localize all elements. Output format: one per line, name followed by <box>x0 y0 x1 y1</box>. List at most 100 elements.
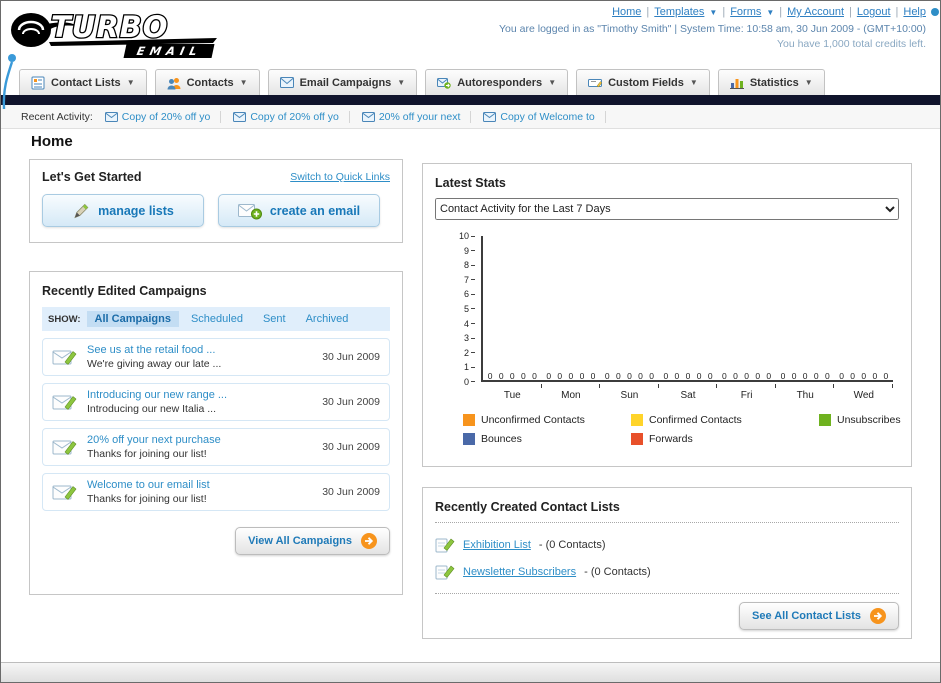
recent-activity-item[interactable]: Copy of 20% off yo <box>233 110 350 123</box>
nav-tab-email-campaigns[interactable]: Email Campaigns ▼ <box>267 69 418 95</box>
y-tick-label: 2 <box>463 347 469 358</box>
recent-activity-label: Recent Activity: <box>21 110 93 123</box>
legend-swatch-confirmed <box>631 414 643 426</box>
credits-text: You have 1,000 total credits left. <box>776 38 926 50</box>
nav-tab-label: Statistics <box>749 76 799 89</box>
bar-group: 0 0 0 0 0 <box>717 236 776 388</box>
stats-period-select[interactable]: Contact Activity for the Last 7 Days <box>435 198 899 220</box>
contact-list-row[interactable]: Exhibition List - (0 Contacts) <box>435 531 899 558</box>
campaign-link[interactable]: Introducing our new range ... <box>87 389 313 401</box>
x-tick-label: Thu <box>796 390 814 401</box>
campaign-subtitle: Introducing our new Italia ... <box>87 403 216 415</box>
y-tick-label: 8 <box>463 260 469 271</box>
legend-swatch-forwards <box>631 433 643 445</box>
nav-underline-bar <box>1 95 940 105</box>
y-tick-label: 4 <box>463 318 469 329</box>
recent-activity-item[interactable]: Copy of Welcome to <box>483 110 606 123</box>
show-label: SHOW: <box>48 313 81 325</box>
tab-sent[interactable]: Sent <box>255 311 294 327</box>
bar-value-labels: 0 0 0 0 0 <box>663 371 713 381</box>
campaign-edit-icon <box>52 350 77 365</box>
header-dot <box>931 8 939 16</box>
custom-fields-icon <box>588 78 603 87</box>
recent-campaigns-title: Recently Edited Campaigns <box>42 284 207 298</box>
autoresponders-icon <box>437 77 451 89</box>
contact-list-count: - (0 Contacts) <box>584 565 651 578</box>
nav-tab-custom-fields[interactable]: Custom Fields ▼ <box>576 69 710 95</box>
view-all-campaigns-label: View All Campaigns <box>248 535 352 547</box>
contact-list-count: - (0 Contacts) <box>538 538 606 551</box>
x-tick-label: Sun <box>620 390 639 401</box>
page-title: Home <box>31 133 73 150</box>
contact-list-link[interactable]: Exhibition List <box>463 539 531 551</box>
tab-all-campaigns[interactable]: All Campaigns <box>86 311 179 327</box>
header-link-forms[interactable]: Forms <box>730 6 761 18</box>
contact-list-link[interactable]: Newsletter Subscribers <box>463 566 576 578</box>
x-tick-label: Fri <box>740 390 753 401</box>
chart-x-axis-labels: Tue Mon Sun Sat Fri Thu Wed <box>483 390 893 401</box>
campaign-row[interactable]: Introducing our new range ... Introducin… <box>42 383 390 421</box>
header-link-logout[interactable]: Logout <box>857 6 891 18</box>
bar-value-labels: 0 0 0 0 0 <box>839 371 889 381</box>
see-all-contact-lists-button[interactable]: See All Contact Lists <box>738 602 899 630</box>
divider <box>435 593 899 594</box>
chevron-down-icon: ▼ <box>766 7 775 17</box>
manage-lists-button[interactable]: manage lists <box>42 194 204 227</box>
campaign-row[interactable]: Welcome to our email list Thanks for joi… <box>42 473 390 511</box>
nav-tab-label: Contacts <box>186 76 234 89</box>
header-link-templates[interactable]: Templates <box>654 6 704 18</box>
latest-stats-panel: Latest Stats Contact Activity for the La… <box>422 163 912 467</box>
bar-group: 0 0 0 0 0 <box>659 236 718 388</box>
y-tick-label: 5 <box>463 303 469 314</box>
chevron-down-icon: ▼ <box>709 7 718 17</box>
legend-swatch-bounces <box>463 433 475 445</box>
campaign-edit-icon <box>52 440 77 455</box>
campaign-edit-icon <box>52 395 77 410</box>
latest-stats-title: Latest Stats <box>435 176 506 190</box>
y-tick-label: 3 <box>463 333 469 344</box>
campaign-row[interactable]: See us at the retail food ... We're givi… <box>42 338 390 376</box>
campaign-date: 30 Jun 2009 <box>322 486 380 498</box>
tab-scheduled[interactable]: Scheduled <box>183 311 251 327</box>
legend-entry: Confirmed Contacts <box>631 414 819 426</box>
main-nav: Contact Lists ▼ Contacts ▼ Email Campaigns… <box>1 65 940 95</box>
header-link-help[interactable]: Help <box>903 6 926 18</box>
recent-contact-lists-title: Recently Created Contact Lists <box>435 500 620 514</box>
campaign-link[interactable]: Welcome to our email list <box>87 479 313 491</box>
campaign-edit-icon <box>52 485 77 500</box>
switch-quick-links-link[interactable]: Switch to Quick Links <box>290 171 390 183</box>
header-link-my-account[interactable]: My Account <box>787 6 844 18</box>
tab-archived[interactable]: Archived <box>298 311 357 327</box>
nav-tab-contacts[interactable]: Contacts ▼ <box>154 69 260 95</box>
bar-value-labels: 0 0 0 0 0 <box>780 371 830 381</box>
campaign-row[interactable]: 20% off your next purchase Thanks for jo… <box>42 428 390 466</box>
y-tick-label: 9 <box>463 245 469 256</box>
contact-activity-chart: 10 9 8 7 6 5 4 3 2 1 0 0 0 0 0 0 0 0 0 0… <box>435 231 899 404</box>
nav-tab-statistics[interactable]: Statistics ▼ <box>717 69 825 95</box>
legend-label: Unconfirmed Contacts <box>481 414 585 426</box>
nav-tab-contact-lists[interactable]: Contact Lists ▼ <box>19 69 147 95</box>
get-started-title: Let's Get Started <box>42 170 142 184</box>
create-email-label: create an email <box>269 203 361 218</box>
bar-group: 0 0 0 0 0 <box>542 236 601 388</box>
logo-graphic: TURBO EMAIL <box>11 9 217 58</box>
view-all-campaigns-button[interactable]: View All Campaigns <box>235 527 390 555</box>
contact-list-row[interactable]: Newsletter Subscribers - (0 Contacts) <box>435 558 899 585</box>
create-email-button[interactable]: create an email <box>218 194 380 227</box>
envelope-icon <box>233 111 247 122</box>
recent-activity-item[interactable]: 20% off your next <box>361 110 472 123</box>
nav-tab-label: Custom Fields <box>608 76 684 89</box>
campaign-link[interactable]: 20% off your next purchase <box>87 434 313 446</box>
contacts-icon <box>167 77 181 89</box>
logo: TURBO EMAIL <box>7 4 263 65</box>
link-separator: | <box>722 6 726 18</box>
bar-group: 0 0 0 0 0 <box>776 236 835 388</box>
header-link-home[interactable]: Home <box>612 6 641 18</box>
campaign-subtitle: Thanks for joining our list! <box>87 448 207 460</box>
legend-entry: Forwards <box>631 433 819 445</box>
nav-tab-autoresponders[interactable]: Autoresponders ▼ <box>425 69 569 95</box>
recent-contact-lists-panel: Recently Created Contact Lists Exhibitio… <box>422 487 912 639</box>
email-campaigns-icon <box>279 77 294 88</box>
recent-activity-item[interactable]: Copy of 20% off yo <box>104 110 222 123</box>
campaign-link[interactable]: See us at the retail food ... <box>87 344 313 356</box>
